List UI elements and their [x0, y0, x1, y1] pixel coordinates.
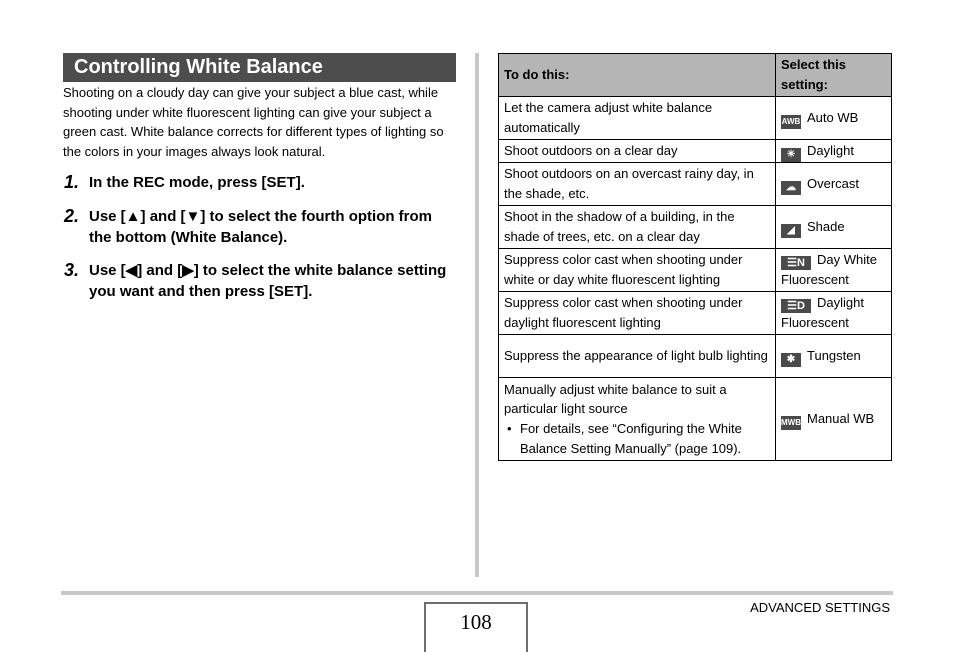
setting-cell: MWB Manual WB [775, 377, 892, 461]
setting-cell: ◢ Shade [775, 205, 892, 249]
step-number: 3. [64, 260, 80, 280]
action-cell: Shoot outdoors on a clear day [498, 139, 776, 163]
table-row: Suppress color cast when shooting under … [498, 248, 892, 292]
setting-label: Daylight [807, 142, 854, 158]
step-item: 1. In the REC mode, press [SET]. [63, 172, 458, 193]
setting-label: Tungsten [807, 347, 861, 363]
table-row: Shoot in the shadow of a building, in th… [498, 205, 892, 249]
table-row: Suppress the appearance of light bulb li… [498, 334, 892, 378]
daylight-icon: ☀ [781, 147, 801, 162]
action-text: Manually adjust white balance to suit a … [504, 381, 727, 417]
setting-cell: ☀ Daylight [775, 139, 892, 163]
section-name-footer: ADVANCED SETTINGS [750, 600, 890, 615]
table-row: Let the camera adjust white balance auto… [498, 96, 892, 140]
header-select-setting: Select this setting: [775, 53, 892, 97]
daylight-fluorescent-icon: ☰D [781, 299, 811, 314]
setting-cell: ✱ Tungsten [775, 334, 892, 378]
action-cell: Shoot outdoors on an overcast rainy day,… [498, 162, 776, 206]
setting-cell: ☰D Daylight Fluorescent [775, 291, 892, 335]
white-balance-table: To do this: Select this setting: Let the… [498, 53, 892, 461]
step-text: In the REC mode, press [SET]. [89, 174, 305, 191]
page-number: 108 [424, 602, 528, 652]
overcast-icon: ☁ [781, 180, 801, 195]
step-item: 2. Use [▲] and [▼] to select the fourth … [63, 206, 458, 248]
setting-label: Shade [807, 218, 845, 234]
header-to-do: To do this: [498, 53, 776, 97]
table-row: Shoot outdoors on an overcast rainy day,… [498, 162, 892, 206]
action-cell: Suppress color cast when shooting under … [498, 248, 776, 292]
table-row: Shoot outdoors on a clear day ☀ Daylight [498, 139, 892, 163]
action-cell: Shoot in the shadow of a building, in th… [498, 205, 776, 249]
auto-wb-icon: AWB [781, 114, 801, 129]
setting-cell: ☰N Day White Fluorescent [775, 248, 892, 292]
shade-icon: ◢ [781, 223, 801, 238]
steps-list: 1. In the REC mode, press [SET]. 2. Use … [63, 172, 458, 315]
manual-wb-icon: MWB [781, 415, 801, 430]
table-row: Manually adjust white balance to suit a … [498, 377, 892, 461]
table-header-row: To do this: Select this setting: [498, 53, 892, 97]
column-divider [475, 53, 479, 577]
action-note: For details, see “Configuring the White … [504, 419, 770, 458]
table-row: Suppress color cast when shooting under … [498, 291, 892, 335]
step-text: Use [▲] and [▼] to select the fourth opt… [89, 207, 433, 246]
setting-cell: ☁ Overcast [775, 162, 892, 206]
step-text: Use [◀] and [▶] to select the white bala… [89, 262, 447, 300]
section-title-bar: Controlling White Balance [63, 53, 456, 82]
action-cell: Suppress color cast when shooting under … [498, 291, 776, 335]
tungsten-icon: ✱ [781, 352, 801, 367]
intro-paragraph: Shooting on a cloudy day can give your s… [63, 85, 444, 159]
action-cell: Suppress the appearance of light bulb li… [498, 334, 776, 378]
step-number: 1. [64, 172, 80, 192]
day-white-fluorescent-icon: ☰N [781, 256, 811, 271]
action-cell: Manually adjust white balance to suit a … [498, 377, 776, 461]
action-cell: Let the camera adjust white balance auto… [498, 96, 776, 140]
step-number: 2. [64, 205, 80, 226]
setting-label: Auto WB [807, 109, 859, 125]
footer-divider [61, 591, 893, 595]
step-item: 3. Use [◀] and [▶] to select the white b… [63, 260, 458, 302]
setting-label: Overcast [807, 175, 860, 191]
section-title: Controlling White Balance [74, 56, 323, 78]
setting-label: Manual WB [807, 410, 875, 426]
setting-cell: AWB Auto WB [775, 96, 892, 140]
